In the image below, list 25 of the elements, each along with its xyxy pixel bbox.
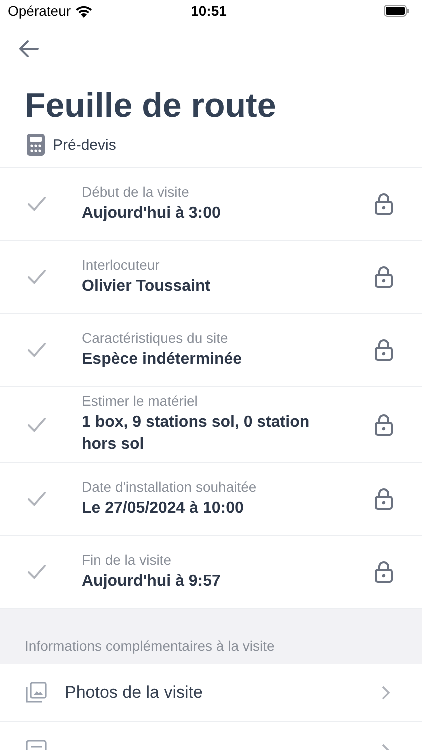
step-label: Caractéristiques du site: [82, 330, 230, 346]
chevron-right-icon: [382, 686, 390, 700]
step-value: Le 27/05/2024 à 10:00: [82, 498, 245, 518]
item-label: Photos de la visite: [65, 682, 204, 702]
quote-type-label: Pré-devis: [53, 136, 116, 154]
page-title: Feuille de route: [25, 86, 278, 127]
step-value: Aujourd'hui à 3:00: [82, 204, 222, 224]
calculator-icon: [27, 134, 45, 156]
step-label: Début de la visite: [82, 184, 190, 200]
step-label: Interlocuteur: [82, 256, 161, 274]
step-value: Espèce indéterminée: [82, 350, 244, 370]
step-label: Date d'installation souhaitée: [82, 478, 258, 496]
back-arrow-icon[interactable]: [19, 40, 39, 58]
list-item[interactable]: Photos de la visite: [0, 664, 422, 722]
step-value: 1 box, 9 stations sol, 0 station hors sol: [82, 413, 311, 455]
step-label: Fin de la visite: [82, 552, 172, 568]
section-header: Informations complémentaires à la visite: [24, 637, 276, 656]
battery-icon: [384, 5, 410, 17]
clock-time: 10:51: [191, 3, 227, 19]
step-value: Olivier Toussaint: [82, 276, 212, 296]
photo-gallery-icon: [26, 682, 47, 703]
wifi-icon: [75, 4, 94, 18]
carrier-name: Opérateur: [8, 3, 72, 19]
step-label: Estimer le matériel: [82, 393, 199, 410]
step-value: Aujourd'hui à 9:57: [82, 572, 222, 592]
